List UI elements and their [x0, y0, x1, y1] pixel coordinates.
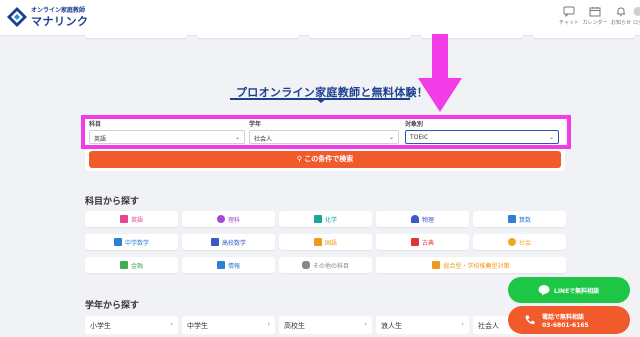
- translate-icon: [119, 215, 128, 223]
- chat-bubbles-icon: [301, 261, 310, 269]
- grade-chip-high-school[interactable]: 高校生 ›: [279, 316, 372, 334]
- logo[interactable]: オンライン家庭教師 マナリンク: [6, 6, 89, 28]
- grade-chip-elementary[interactable]: 小学生 ›: [85, 316, 178, 334]
- grade-chip-junior-high[interactable]: 中学生 ›: [182, 316, 275, 334]
- subject-chip-arithmetic[interactable]: 算数: [473, 211, 566, 227]
- bell-icon: [617, 7, 625, 17]
- line-consult-label: LINEで無料相談: [554, 288, 600, 295]
- subject-chip-science[interactable]: 理科: [182, 211, 275, 227]
- annotation-arrow: [418, 34, 462, 112]
- search-icon: ⚲: [296, 155, 302, 163]
- phone-consult-button[interactable]: 電話で無料相談 03-6801-6165: [508, 306, 630, 334]
- phone-number: 03-6801-6165: [542, 322, 589, 329]
- chevron-right-icon: ›: [170, 320, 173, 328]
- phone-icon: [525, 315, 535, 325]
- bulb-icon: [216, 215, 225, 223]
- card-stub: [309, 28, 411, 38]
- grade-chip-ronin[interactable]: 浪人生 ›: [376, 316, 469, 334]
- promo-notch: [315, 98, 327, 103]
- line-consult-button[interactable]: LINEで無料相談: [508, 277, 630, 303]
- chevron-right-icon: ›: [461, 320, 464, 328]
- subject-chip-ao-admission[interactable]: 総合型・学校推薦型対策: [376, 257, 566, 273]
- annotation-highlight-box: [81, 115, 571, 149]
- magnet-icon: [410, 215, 419, 223]
- subject-chip-japanese[interactable]: 国語: [279, 234, 372, 250]
- logo-title: マナリンク: [31, 14, 89, 28]
- calculator-icon: [210, 238, 219, 246]
- card-stub: [85, 28, 187, 38]
- chart-icon: [119, 261, 128, 269]
- laptop-icon: [216, 261, 225, 269]
- top-card-row: [85, 28, 640, 38]
- avatar-icon: [633, 7, 640, 16]
- chevron-right-icon: ›: [267, 320, 270, 328]
- card-stub: [197, 28, 299, 38]
- flask-icon: [313, 215, 322, 223]
- chevron-right-icon: ›: [364, 320, 367, 328]
- grades-section-title: 学年から探す: [85, 301, 140, 311]
- subject-chip-other[interactable]: その他の科目: [279, 257, 372, 273]
- subject-chip-finance[interactable]: 金融: [85, 257, 178, 273]
- calendar-icon: [589, 7, 601, 17]
- card-stub: [533, 28, 635, 38]
- calculator-icon: [507, 215, 516, 223]
- search-button[interactable]: ⚲ この条件で検索: [89, 151, 561, 168]
- subject-chip-social[interactable]: 社会: [473, 234, 566, 250]
- header-account-button[interactable]: ログ: [628, 6, 640, 26]
- document-icon: [432, 261, 441, 269]
- subject-chip-it[interactable]: 情報: [182, 257, 275, 273]
- calculator-icon: [113, 238, 122, 246]
- globe-icon: [507, 238, 516, 246]
- chat-icon: [563, 6, 575, 17]
- account-label: ログ: [632, 20, 640, 26]
- subjects-section-title: 科目から探す: [85, 197, 140, 207]
- logo-subtitle: オンライン家庭教師: [31, 6, 86, 14]
- subject-chip-physics[interactable]: 物理: [376, 211, 469, 227]
- book-icon: [313, 238, 322, 246]
- logo-mark-icon: [6, 6, 28, 28]
- subject-chip-classics[interactable]: 古典: [376, 234, 469, 250]
- subject-chip-hs-math[interactable]: 高校数学: [182, 234, 275, 250]
- search-button-label: この条件で検索: [304, 155, 354, 163]
- subject-chip-jh-math[interactable]: 中学数学: [85, 234, 178, 250]
- phone-consult-label: 電話で無料相談: [542, 314, 585, 321]
- line-icon: [538, 285, 550, 296]
- subject-chip-english[interactable]: 英語: [85, 211, 178, 227]
- scroll-icon: [410, 238, 419, 246]
- subject-chip-chemistry[interactable]: 化学: [279, 211, 372, 227]
